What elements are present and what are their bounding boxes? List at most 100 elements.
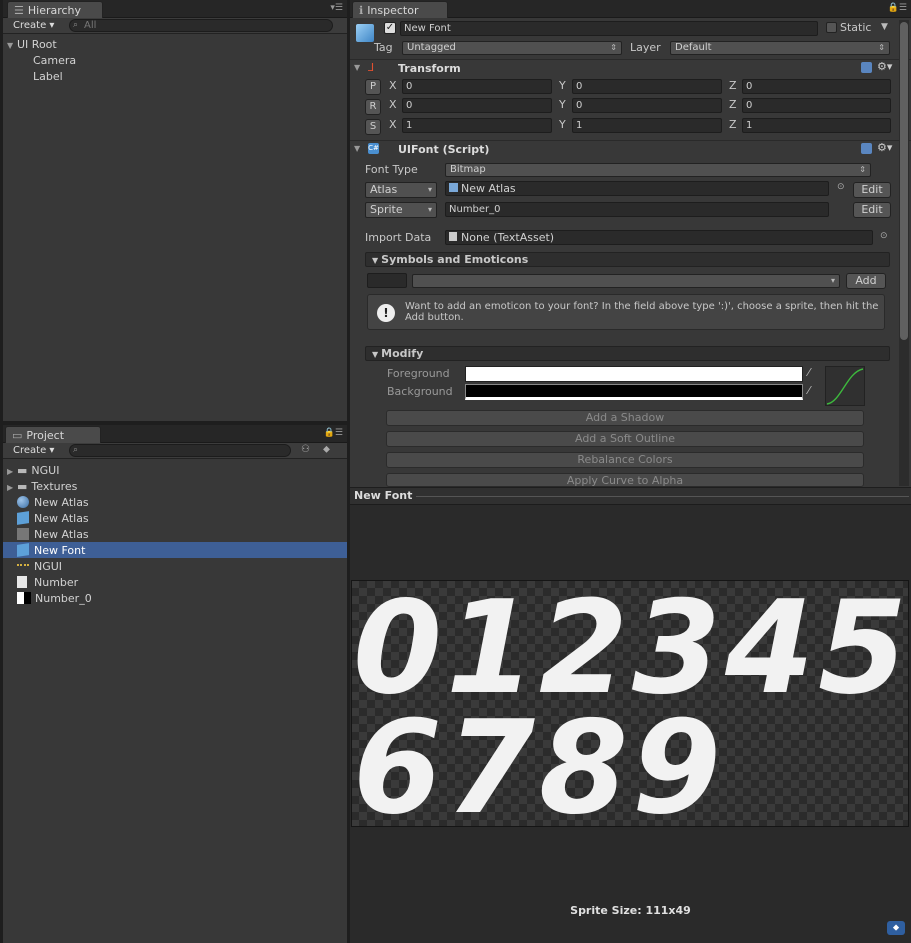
project-item-new-atlas-prefab[interactable]: New Atlas — [17, 511, 89, 527]
project-item-new-atlas-material[interactable]: New Atlas — [17, 495, 89, 511]
hierarchy-create-button[interactable]: Create ▾ — [7, 19, 60, 33]
inspector-tab[interactable]: ℹ Inspector — [352, 1, 448, 18]
inspector-panel: ℹ Inspector 🔒☰ ✓ New Font Static ▼ Tag Un… — [350, 0, 911, 487]
inspector-scrollbar-thumb[interactable] — [900, 22, 908, 340]
project-tab[interactable]: ▭ Project — [5, 426, 101, 443]
project-search-input[interactable]: ⌕ — [69, 444, 291, 457]
foldout-arrow-icon[interactable]: ▼ — [354, 63, 364, 72]
filter-type-icon[interactable]: ⚇ — [301, 444, 310, 455]
active-checkbox[interactable]: ✓ — [384, 22, 396, 34]
project-item-ngui-folder[interactable]: ▶ ▬ NGUI — [7, 463, 59, 479]
hierarchy-panel: ☰ Hierarchy ▾☰ Create ▾ ⌕ All ▼ UI Root Cam… — [3, 0, 347, 421]
filter-label-icon[interactable]: ⬥ — [323, 444, 330, 455]
foldout-arrow-icon[interactable]: ▼ — [354, 144, 364, 153]
axis-x-label: X — [389, 98, 397, 111]
foldout-arrow-icon: ▼ — [372, 256, 379, 265]
font-type-label: Font Type — [365, 163, 418, 176]
expand-arrow-icon[interactable]: ▼ — [7, 38, 17, 54]
expand-arrow-icon[interactable]: ▶ — [7, 464, 17, 480]
project-item-new-font[interactable]: New Font — [17, 543, 85, 559]
gear-icon[interactable]: ⚙▾ — [877, 141, 892, 154]
preview-panel: New Font 0123456789 Sprite Size: 111x49 … — [350, 488, 911, 943]
gameobject-cube-icon — [356, 24, 374, 42]
lock-icon[interactable]: 🔒☰ — [888, 3, 907, 13]
hierarchy-search-input[interactable]: ⌕ All — [69, 19, 333, 32]
sprite-mode-dropdown[interactable]: Sprite ▾ — [365, 202, 437, 218]
rotation-reset-button[interactable]: R — [365, 99, 381, 115]
help-book-icon[interactable] — [861, 62, 872, 73]
rotation-y-field[interactable]: 0 — [572, 98, 722, 113]
gear-icon[interactable]: ⚙▾ — [877, 60, 892, 73]
project-item-number-0[interactable]: Number_0 — [17, 591, 92, 607]
atlas-edit-button[interactable]: Edit — [853, 182, 891, 198]
hierarchy-item-label[interactable]: Label — [33, 69, 63, 85]
object-picker-icon[interactable]: ⊙ — [837, 182, 845, 192]
axis-y-label: Y — [559, 98, 566, 111]
rotation-z-field[interactable]: 0 — [742, 98, 891, 113]
rebalance-colors-button[interactable]: Rebalance Colors — [386, 452, 864, 468]
foreground-color-field[interactable] — [465, 366, 803, 382]
preview-header: New Font — [350, 488, 911, 505]
scale-x-field[interactable]: 1 — [402, 118, 552, 133]
static-dropdown-icon[interactable]: ▼ — [881, 22, 888, 32]
panel-menu-icon[interactable]: ▾☰ — [330, 3, 343, 13]
position-x-field[interactable]: 0 — [402, 79, 552, 94]
transform-axes-icon: ⅃ — [368, 61, 375, 74]
lock-icon[interactable]: 🔒☰ — [324, 428, 343, 438]
project-tabbar: ▭ Project 🔒☰ — [3, 425, 347, 443]
search-icon: ⌕ — [73, 20, 79, 30]
scale-y-field[interactable]: 1 — [572, 118, 722, 133]
scale-z-field[interactable]: 1 — [742, 118, 891, 133]
add-symbol-button[interactable]: Add — [846, 273, 886, 289]
help-book-icon[interactable] — [861, 143, 872, 154]
prefab-cube-icon — [17, 543, 29, 557]
object-picker-icon[interactable]: ⊙ — [880, 231, 888, 241]
hierarchy-tab[interactable]: ☰ Hierarchy — [7, 1, 103, 18]
hierarchy-tabbar: ☰ Hierarchy ▾☰ — [3, 0, 347, 18]
uifont-header[interactable]: ▼ C# UIFont (Script) ⚙▾ — [350, 140, 911, 158]
symbols-section-header[interactable]: ▼ Symbols and Emoticons — [365, 252, 890, 267]
project-item-textures-folder[interactable]: ▶ ▬ Textures — [7, 479, 77, 495]
scale-reset-button[interactable]: S — [365, 119, 381, 135]
atlas-object-field[interactable]: New Atlas — [445, 181, 829, 196]
modify-section-header[interactable]: ▼ Modify — [365, 346, 890, 361]
apply-curve-to-alpha-button[interactable]: Apply Curve to Alpha — [386, 473, 864, 487]
sprite-edit-button[interactable]: Edit — [853, 202, 891, 218]
font-glyph-9: 9 — [632, 694, 721, 827]
hierarchy-item-ui-root[interactable]: ▼ UI Root — [7, 37, 57, 53]
label-tag-icon[interactable]: ⬥ — [887, 921, 905, 935]
hierarchy-item-camera[interactable]: Camera — [33, 53, 76, 69]
atlas-mode-dropdown[interactable]: Atlas ▾ — [365, 182, 437, 198]
font-glyph-7: 7 — [446, 694, 535, 827]
symbol-sequence-input[interactable] — [367, 273, 407, 288]
symbol-sprite-dropdown[interactable]: ▾ — [412, 274, 840, 288]
alpha-curve-field[interactable] — [825, 366, 865, 406]
add-soft-outline-button[interactable]: Add a Soft Outline — [386, 431, 864, 447]
eyedropper-icon[interactable]: ⁄ — [808, 384, 810, 397]
project-item-ngui-font[interactable]: NGUI — [17, 559, 62, 575]
project-create-button[interactable]: Create ▾ — [7, 444, 60, 458]
eyedropper-icon[interactable]: ⁄ — [808, 366, 810, 379]
rotation-x-field[interactable]: 0 — [402, 98, 552, 113]
tag-label: Tag — [374, 41, 393, 54]
transform-header[interactable]: ▼ ⅃ Transform ⚙▾ — [350, 59, 911, 77]
layer-dropdown[interactable]: Default ⇕ — [670, 41, 890, 55]
background-color-field[interactable] — [465, 384, 803, 400]
object-name-field[interactable]: New Font — [400, 21, 818, 36]
inspector-scrollbar[interactable] — [899, 20, 909, 486]
sprite-field[interactable]: Number_0 — [445, 202, 829, 217]
import-data-field[interactable]: None (TextAsset) — [445, 230, 873, 245]
font-type-dropdown[interactable]: Bitmap ⇕ — [445, 163, 871, 177]
tag-dropdown[interactable]: Untagged ⇕ — [402, 41, 622, 55]
position-reset-button[interactable]: P — [365, 79, 381, 95]
position-z-field[interactable]: 0 — [742, 79, 891, 94]
text-asset-icon — [17, 576, 27, 588]
position-y-field[interactable]: 0 — [572, 79, 722, 94]
project-item-new-atlas-texture[interactable]: New Atlas — [17, 527, 89, 543]
expand-arrow-icon[interactable]: ▶ — [7, 480, 17, 496]
texture-icon — [17, 592, 31, 604]
project-item-number[interactable]: Number — [17, 575, 78, 591]
layer-label: Layer — [630, 41, 661, 54]
static-checkbox[interactable] — [826, 22, 837, 33]
add-shadow-button[interactable]: Add a Shadow — [386, 410, 864, 426]
